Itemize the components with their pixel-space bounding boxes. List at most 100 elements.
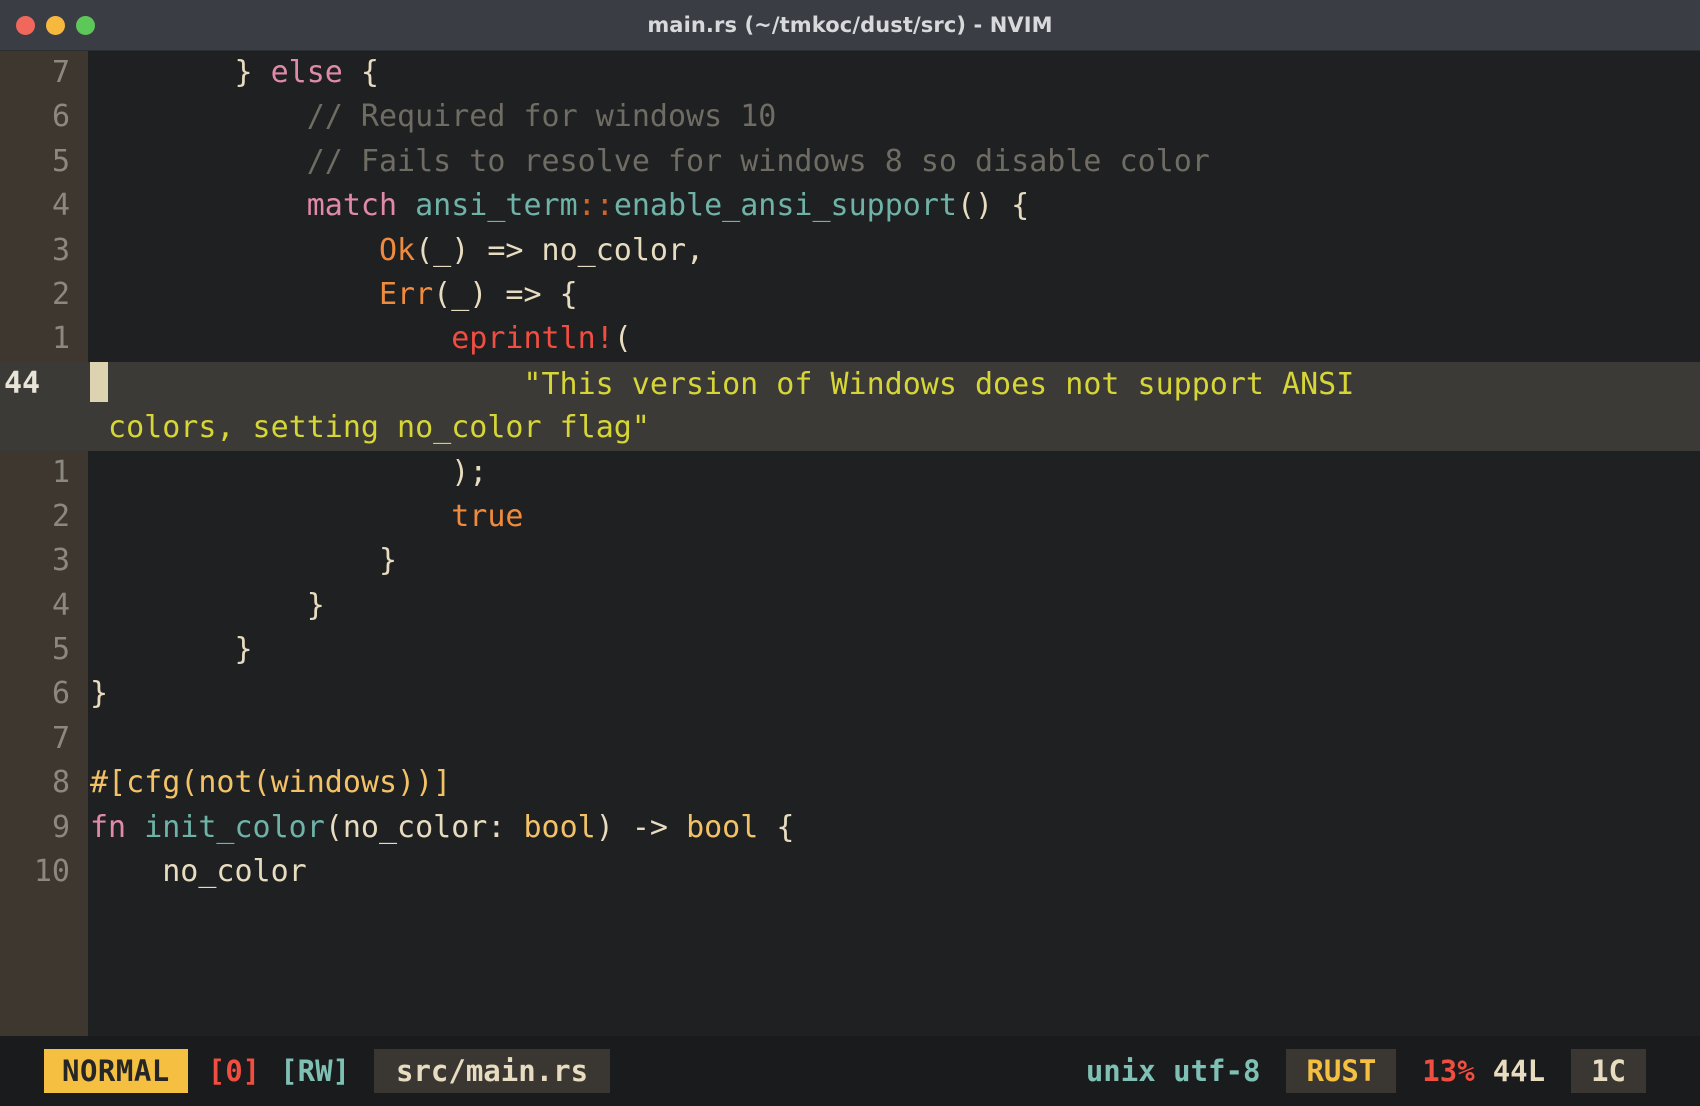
status-column: 1C bbox=[1571, 1049, 1646, 1093]
code-line[interactable]: 3 Ok(_) => no_color, bbox=[0, 229, 1700, 273]
code-token: -> bbox=[631, 809, 668, 845]
code-token: => bbox=[487, 232, 524, 268]
code-token: colors, setting no_color flag" bbox=[90, 410, 650, 446]
text-cursor bbox=[90, 361, 108, 402]
code-line[interactable]: 3 } bbox=[0, 539, 1700, 583]
status-fileformat: unix utf-8 bbox=[1085, 1054, 1261, 1088]
code-text[interactable]: } else { bbox=[88, 51, 1700, 95]
code-lines: 7 } else {6 // Required for windows 10 5 … bbox=[0, 51, 1700, 894]
code-token: :: bbox=[577, 188, 614, 224]
code-line[interactable]: colors, setting no_color flag" bbox=[0, 406, 1700, 451]
code-line[interactable]: 7 } else { bbox=[0, 51, 1700, 95]
code-text[interactable]: match ansi_term::enable_ansi_support() { bbox=[88, 184, 1700, 228]
window-titlebar: main.rs (~/tmkoc/dust/src) - NVIM bbox=[0, 0, 1700, 51]
code-text[interactable]: } bbox=[88, 584, 1700, 628]
code-token: Ok bbox=[378, 232, 416, 268]
status-line-count: 44L bbox=[1492, 1054, 1546, 1088]
code-line[interactable]: 8 #[cfg(not(windows))] bbox=[0, 761, 1700, 805]
code-line[interactable]: 7 bbox=[0, 717, 1700, 761]
code-text[interactable]: #[cfg(not(windows))] bbox=[88, 761, 1700, 805]
code-line[interactable]: 2 true bbox=[0, 495, 1700, 539]
code-line[interactable]: 5 } bbox=[0, 628, 1700, 672]
editor-area[interactable]: 7 } else {6 // Required for windows 10 5 … bbox=[0, 51, 1700, 1036]
code-text[interactable]: no_color bbox=[88, 850, 1700, 894]
code-line[interactable]: 10 no_color bbox=[0, 850, 1700, 894]
code-line[interactable]: 1 ); bbox=[0, 451, 1700, 495]
code-text[interactable]: Ok(_) => no_color, bbox=[88, 229, 1700, 273]
code-token: ) bbox=[595, 809, 632, 845]
code-text[interactable]: // Fails to resolve for windows 8 so dis… bbox=[88, 140, 1700, 184]
code-text[interactable]: eprintln!( bbox=[88, 317, 1700, 361]
code-token: #[cfg(not(windows))] bbox=[90, 765, 452, 801]
code-text[interactable]: } bbox=[88, 628, 1700, 672]
traffic-light-group bbox=[16, 0, 95, 50]
code-token: => bbox=[505, 276, 542, 312]
line-number: 4 bbox=[51, 188, 70, 224]
code-token: enable_ansi_support bbox=[613, 188, 957, 224]
statusline: NORMAL [0] [RW] src/main.rs unix utf-8 R… bbox=[0, 1036, 1700, 1106]
line-number: 3 bbox=[51, 232, 70, 268]
code-line[interactable]: 9 fn init_color(no_color: bool) -> bool { bbox=[0, 806, 1700, 850]
line-number: 4 bbox=[51, 587, 70, 623]
status-scroll-percent: 13% bbox=[1422, 1054, 1475, 1088]
code-text[interactable]: fn init_color(no_color: bool) -> bool { bbox=[88, 806, 1700, 850]
close-window-button[interactable] bbox=[16, 15, 35, 35]
line-number: 2 bbox=[51, 276, 70, 312]
line-number: 9 bbox=[51, 809, 70, 845]
code-line[interactable]: 2 Err(_) => { bbox=[0, 273, 1700, 317]
code-line[interactable]: 4 } bbox=[0, 584, 1700, 628]
statusline-left: NORMAL [0] [RW] src/main.rs bbox=[0, 1049, 611, 1093]
status-readwrite-indicator: [RW] bbox=[280, 1054, 350, 1088]
line-number: 5 bbox=[51, 143, 70, 179]
code-text[interactable]: } bbox=[88, 672, 1700, 716]
code-token: bool bbox=[523, 809, 596, 845]
line-number: 7 bbox=[51, 720, 70, 756]
minimize-window-button[interactable] bbox=[46, 15, 65, 35]
line-number: 2 bbox=[51, 498, 70, 534]
code-text[interactable]: "This version of Windows does not suppor… bbox=[88, 361, 1700, 407]
status-filetype: RUST bbox=[1286, 1049, 1397, 1093]
code-text[interactable]: } bbox=[88, 539, 1700, 583]
code-token: (no_color: bbox=[324, 809, 524, 845]
code-token: { bbox=[541, 276, 578, 312]
code-token: no_color bbox=[90, 854, 307, 890]
code-token: { bbox=[758, 809, 795, 845]
code-token: Err bbox=[378, 276, 434, 312]
code-text[interactable]: ); bbox=[88, 451, 1700, 495]
code-line[interactable]: 4 match ansi_term::enable_ansi_support()… bbox=[0, 184, 1700, 228]
code-token: bool bbox=[686, 809, 759, 845]
code-token: // Fails to resolve for windows 8 so dis… bbox=[90, 143, 1210, 179]
code-text[interactable]: // Required for windows 10 bbox=[88, 95, 1700, 139]
code-token: match bbox=[306, 188, 398, 224]
line-number: 6 bbox=[51, 99, 70, 135]
line-number: 5 bbox=[51, 632, 70, 668]
status-count-indicator: [0] bbox=[207, 1054, 261, 1088]
code-line[interactable]: 6} bbox=[0, 672, 1700, 716]
code-line[interactable]: 1 eprintln!( bbox=[0, 317, 1700, 361]
line-number: 3 bbox=[51, 543, 70, 579]
code-line-current[interactable]: 44 "This version of Windows does not sup… bbox=[0, 361, 1700, 407]
maximize-window-button[interactable] bbox=[76, 15, 95, 35]
code-token: no_color, bbox=[523, 232, 705, 268]
code-line[interactable]: 5 // Fails to resolve for windows 8 so d… bbox=[0, 140, 1700, 184]
code-text[interactable]: true bbox=[88, 495, 1700, 539]
code-line[interactable]: 6 // Required for windows 10 bbox=[0, 95, 1700, 139]
code-token: init_color bbox=[144, 809, 325, 845]
line-number: 6 bbox=[51, 676, 70, 712]
status-filepath: src/main.rs bbox=[374, 1049, 611, 1093]
code-text[interactable]: colors, setting no_color flag" bbox=[88, 406, 1700, 450]
code-text[interactable]: Err(_) => { bbox=[88, 273, 1700, 317]
code-token: ansi_term bbox=[415, 188, 578, 224]
code-token: } bbox=[90, 587, 325, 623]
code-token: (_) bbox=[415, 232, 488, 268]
